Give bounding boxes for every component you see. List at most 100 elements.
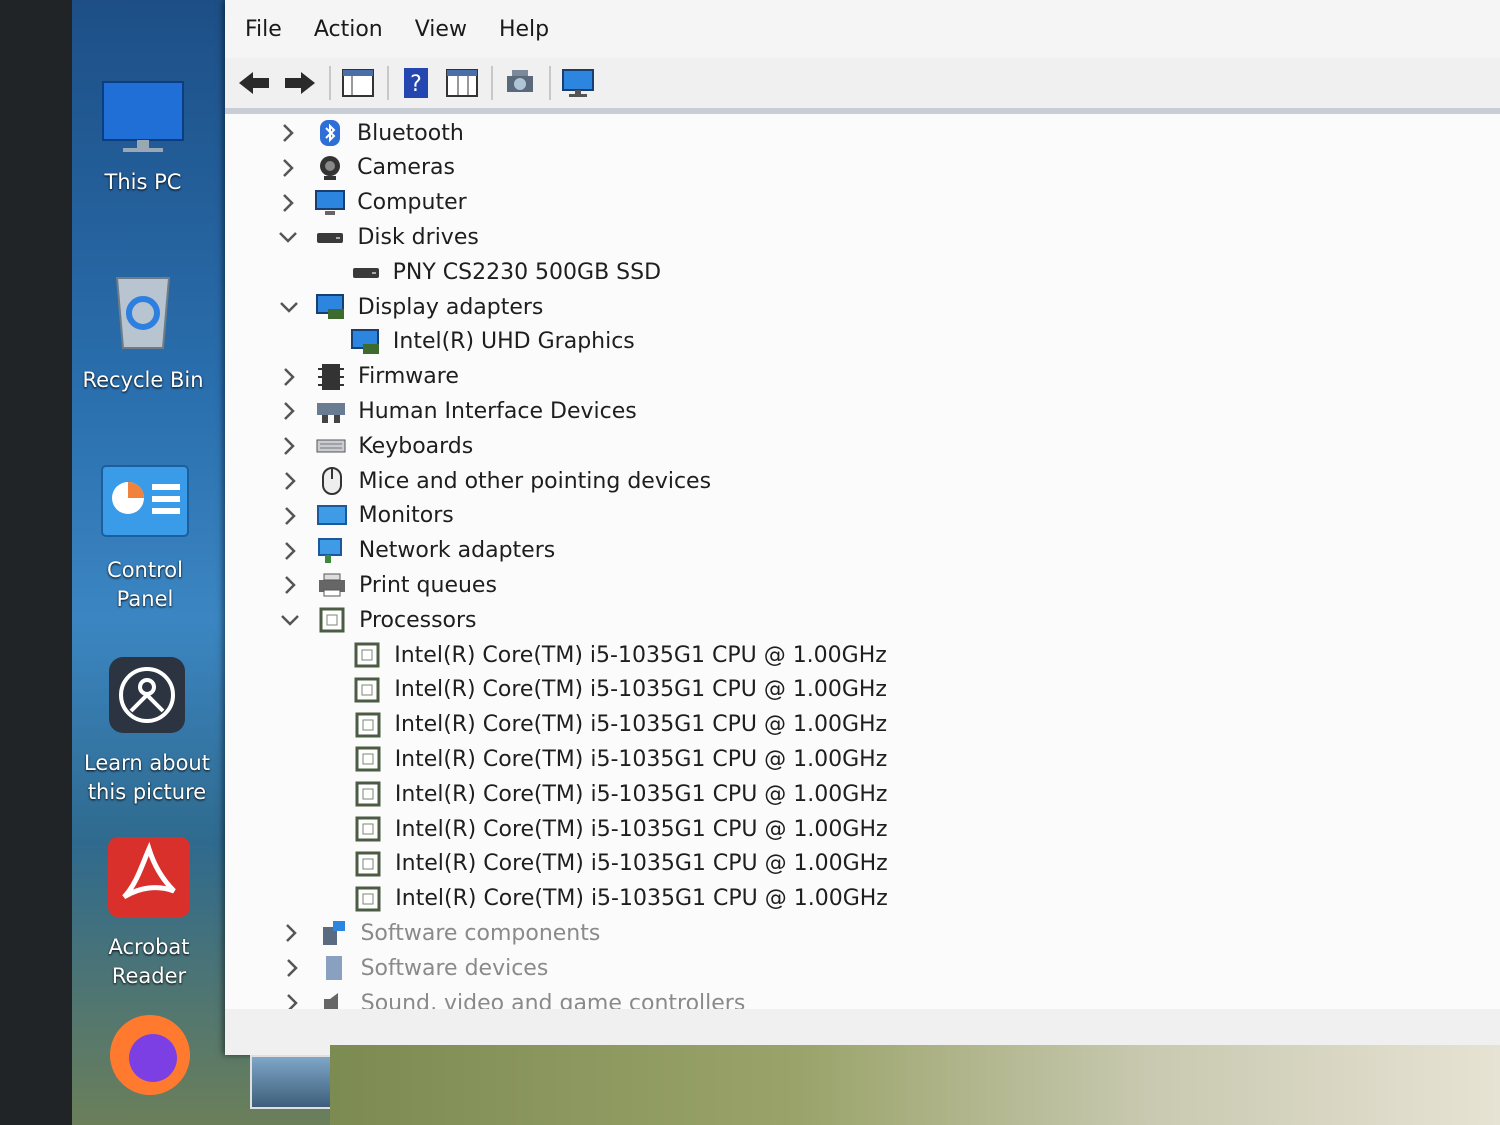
details-grid-icon [446,69,478,97]
desktop-icon-learn-about-picture[interactable]: Learn about this picture [72,655,222,807]
tree-device[interactable]: PNY CS2230 500GB SSD [351,255,661,289]
toolbar: ? [225,58,1500,114]
tree-category[interactable]: Software components [280,916,600,950]
tree-item-label: Monitors [358,503,454,529]
tree-device[interactable]: Intel(R) Core(TM) i5-1035G1 CPU @ 1.00GH… [353,708,887,742]
tree-item-label: Mice and other pointing devices [358,468,712,494]
tree-category[interactable]: Human Interface Devices [278,394,637,428]
desktop-icon-recycle-bin[interactable]: Recycle Bin [68,268,218,395]
tree-item-label: Software devices [360,955,549,981]
tree-category[interactable]: Disk drives [277,220,479,254]
display-adapter-icon [315,293,346,321]
tree-device[interactable]: Intel(R) Core(TM) i5-1035G1 CPU @ 1.00GH… [352,673,887,707]
tree-category[interactable]: Bluetooth [277,116,464,150]
tree-category[interactable]: Processors [279,603,477,637]
desktop-icon-label: Learn about this picture [84,751,210,804]
device-manager-window: File Action View Help ? Bluetooth Camera… [225,0,1500,1055]
tree-item-label: Intel(R) Core(TM) i5-1035G1 CPU @ 1.00GH… [395,816,888,842]
menu-action[interactable]: Action [314,17,383,42]
tree-category[interactable]: Monitors [279,499,454,533]
monitor-icon [562,69,594,97]
chevron-right-icon[interactable] [280,922,302,944]
display-devices-button[interactable] [559,64,597,102]
tree-category[interactable]: Print queues [279,568,497,602]
action-pane-button[interactable] [443,64,481,102]
help-button[interactable]: ? [397,64,435,102]
toolbar-separator [549,66,551,100]
chevron-right-icon[interactable] [278,435,300,457]
toolbar-separator [329,66,331,100]
tree-item-label: Intel(R) Core(TM) i5-1035G1 CPU @ 1.00GH… [395,851,888,877]
chevron-down-icon[interactable] [277,226,299,248]
tree-category[interactable]: Firmware [278,360,459,394]
tree-item-label: Print queues [358,572,497,598]
chevron-down-icon[interactable] [278,296,300,318]
tree-category[interactable]: Mice and other pointing devices [279,464,712,498]
desktop-icon-label: Control Panel [107,558,183,611]
chevron-right-icon[interactable] [277,122,299,144]
computer-icon [315,189,346,217]
processor-icon [353,745,383,773]
tree-category[interactable]: Cameras [277,151,455,185]
chevron-right-icon[interactable] [281,992,303,1009]
learn-picture-icon [72,655,222,743]
taskbar-thumbnail[interactable] [250,1055,334,1109]
forward-button[interactable] [281,64,319,102]
tree-item-label: Computer [357,190,467,216]
software-devices-icon [319,954,349,982]
desktop-icon-acrobat-reader[interactable]: Acrobat Reader [74,835,224,991]
keyboard-icon [316,432,346,460]
chevron-right-icon[interactable] [279,505,301,527]
menu-help[interactable]: Help [499,17,549,42]
chevron-right-icon[interactable] [279,540,301,562]
desktop-icon-this-pc[interactable]: This PC [68,80,218,197]
show-hide-console-tree-button[interactable] [339,64,377,102]
menu-view[interactable]: View [415,17,467,42]
monitor-icon [316,502,347,530]
chevron-right-icon[interactable] [278,400,300,422]
tree-item-label: Human Interface Devices [358,398,637,424]
tree-device[interactable]: Intel(R) Core(TM) i5-1035G1 CPU @ 1.00GH… [353,777,887,811]
scan-hardware-icon [507,70,533,92]
scan-for-hardware-button[interactable] [501,64,539,102]
tree-category[interactable]: Sound, video and game controllers [281,986,745,1009]
chevron-right-icon[interactable] [277,192,299,214]
chevron-right-icon[interactable] [279,470,301,492]
tree-device[interactable]: Intel(R) Core(TM) i5-1035G1 CPU @ 1.00GH… [353,742,887,776]
chevron-right-icon[interactable] [277,157,299,179]
tree-device[interactable]: Intel(R) UHD Graphics [350,325,635,359]
bluetooth-icon [315,119,345,147]
chevron-down-icon[interactable] [279,609,301,631]
tree-category[interactable]: Software devices [281,951,549,985]
software-components-icon [318,919,348,947]
tree-category[interactable]: Network adapters [279,534,555,568]
properties-grid-icon [342,69,374,97]
device-tree: Bluetooth Cameras Computer Disk drives PNY C… [225,114,1500,1009]
processor-icon [353,885,383,913]
tree-item-label: Firmware [358,364,459,390]
desktop-icon-label: Recycle Bin [82,368,204,392]
tree-device[interactable]: Intel(R) Core(TM) i5-1035G1 CPU @ 1.00GH… [353,812,888,846]
tree-category[interactable]: Display adapters [278,290,543,324]
processor-icon [352,676,382,704]
printer-icon [317,571,347,599]
tree-category[interactable]: Computer [277,186,467,220]
back-button[interactable] [235,64,273,102]
chevron-right-icon[interactable] [278,366,300,388]
tree-device[interactable]: Intel(R) Core(TM) i5-1035G1 CPU @ 1.00GH… [353,847,888,881]
desktop-icon-label: Acrobat Reader [108,935,190,988]
tree-item-label: Cameras [357,155,455,181]
processor-icon [352,641,382,669]
tree-item-label: Intel(R) Core(TM) i5-1035G1 CPU @ 1.00GH… [395,886,888,912]
tree-category[interactable]: Keyboards [278,429,473,463]
menu-file[interactable]: File [245,17,282,42]
tree-device[interactable]: Intel(R) Core(TM) i5-1035G1 CPU @ 1.00GH… [352,638,887,672]
tree-item-label: Intel(R) Core(TM) i5-1035G1 CPU @ 1.00GH… [394,642,887,668]
chevron-right-icon[interactable] [281,957,303,979]
tree-device[interactable]: Intel(R) Core(TM) i5-1035G1 CPU @ 1.00GH… [353,882,888,916]
wallpaper-landscape [330,1045,1500,1125]
desktop-icon-control-panel[interactable]: Control Panel [70,462,220,614]
network-icon [317,537,347,565]
chevron-right-icon[interactable] [279,574,301,596]
desktop-icon-firefox[interactable] [100,1010,200,1114]
